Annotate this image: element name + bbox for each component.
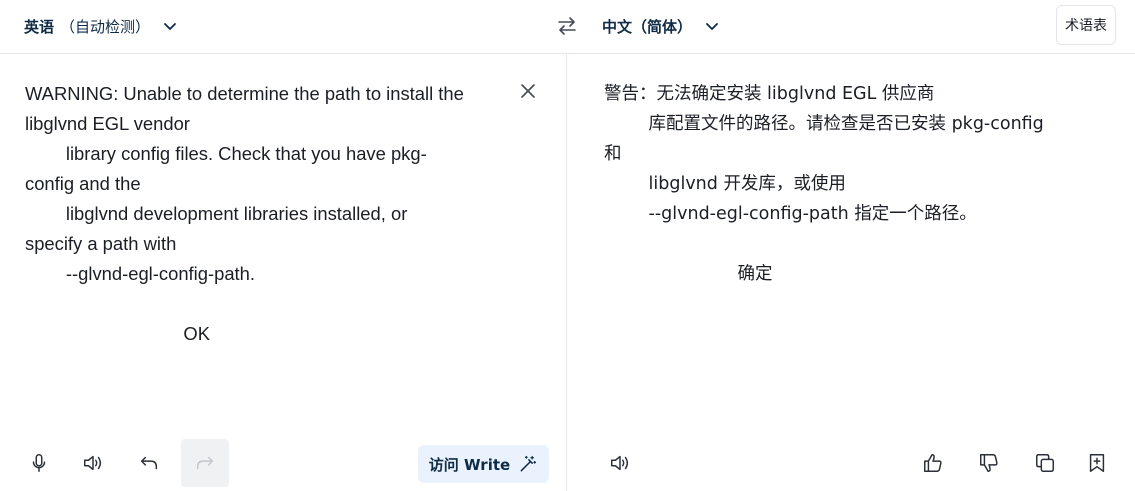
save-translation-button[interactable] <box>1073 439 1121 487</box>
undo-button[interactable] <box>125 439 173 487</box>
undo-icon <box>140 456 158 470</box>
source-language-name: 英语 <box>24 17 55 36</box>
speaker-icon <box>84 455 102 471</box>
target-language-name: 中文（简体） <box>602 17 693 36</box>
listen-source-button[interactable] <box>69 439 117 487</box>
microphone-button[interactable] <box>15 439 63 487</box>
chevron-down-icon <box>706 23 718 30</box>
thumbs-down-icon <box>980 454 998 472</box>
swap-icon <box>558 17 576 35</box>
magic-wand-icon <box>520 455 537 472</box>
chevron-down-icon <box>164 23 176 30</box>
glossary-button[interactable]: 术语表 <box>1056 5 1116 45</box>
translation-output: 警告：无法确定安装 libglvnd EGL 供应商 库配置文件的路径。请检查是… <box>604 84 1044 284</box>
clear-source-button[interactable] <box>516 79 540 103</box>
close-icon <box>521 84 535 98</box>
speaker-icon <box>611 455 629 471</box>
thumbs-up-icon <box>924 454 942 472</box>
translator-header: 英语 （自动检测） 中文（简体） 术语表 <box>0 0 1135 54</box>
write-link-label: 访问 Write <box>428 455 511 474</box>
source-language-select[interactable]: 英语 （自动检测） <box>24 14 178 38</box>
auto-detect-label: （自动检测） <box>60 17 151 36</box>
redo-icon <box>196 456 214 470</box>
target-language-select[interactable]: 中文（简体） <box>602 14 720 38</box>
redo-button[interactable] <box>181 439 229 487</box>
bookmark-add-icon <box>1089 454 1105 472</box>
copy-translation-button[interactable] <box>1021 439 1069 487</box>
microphone-icon <box>32 454 46 472</box>
listen-translation-button[interactable] <box>596 439 644 487</box>
copy-icon <box>1036 454 1054 472</box>
swap-languages-button[interactable] <box>553 12 581 40</box>
source-text-input[interactable]: WARNING: Unable to determine the path to… <box>25 79 505 349</box>
write-link-button[interactable]: 访问 Write <box>418 445 549 483</box>
dislike-translation-button[interactable] <box>965 439 1013 487</box>
panel-divider <box>566 54 567 491</box>
like-translation-button[interactable] <box>909 439 957 487</box>
